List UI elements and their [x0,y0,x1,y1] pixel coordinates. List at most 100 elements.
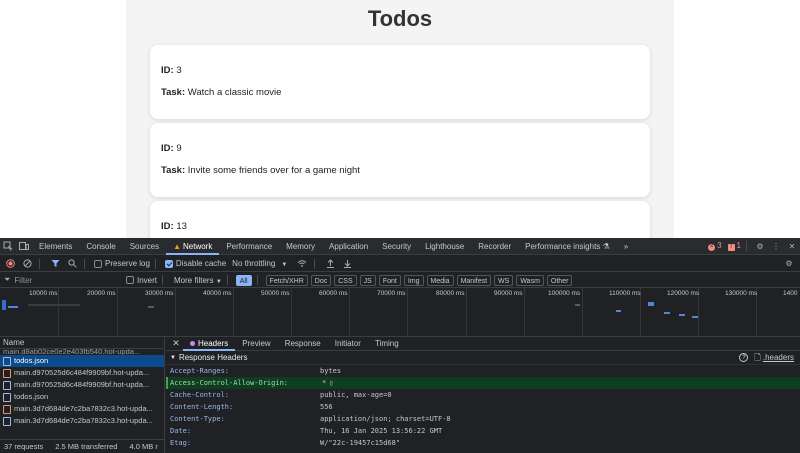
more-filters-dropdown[interactable]: More filters ▼ [174,276,222,285]
kebab-menu-icon[interactable]: ⋮ [768,238,784,254]
tab-application[interactable]: Application [322,238,375,255]
web-page: Todos ID: 3 Task: Watch a classic movie … [0,0,800,238]
filter-bar: ⏷ Filter Invert More filters ▼ All Fetch/… [0,273,800,288]
todo-id-label: ID: [161,221,174,232]
tab-recorder[interactable]: Recorder [471,238,518,255]
warning-count-badge[interactable]: ! 1 [727,241,741,251]
filter-input[interactable]: ⏷ Filter [4,274,122,286]
import-har-icon[interactable] [323,257,337,271]
copy-icon[interactable]: ▯ [329,377,333,389]
request-row[interactable]: todos.json [0,391,164,403]
filter-chip-all[interactable]: All [235,274,252,286]
request-row[interactable]: main.3d7d684de7c2ba7832c3.hot-upda... [0,415,164,427]
header-value: W/"22c-19457c15d68" [320,439,401,447]
timeline-tick: 120000 ms [667,290,700,297]
tab-performance[interactable]: Performance [219,238,279,255]
filter-chip-doc[interactable]: Doc [310,274,332,286]
request-list: Name main.d8ab02ce0e2e403fb540.hot-upda.… [0,337,165,453]
tab-sources[interactable]: Sources [123,238,166,255]
throttling-select[interactable]: No throttling ▼ [232,259,287,268]
export-har-icon[interactable] [340,257,354,271]
timeline-tick: 30000 ms [145,290,174,297]
close-icon[interactable]: ✕ [784,238,800,254]
filter-chip-js[interactable]: JS [359,274,376,286]
response-headers-section[interactable]: ▼ Response Headers ? 🗋 .headers [166,351,800,365]
detail-tab-headers-label: Headers [198,338,229,348]
filter-chip-fetch-xhr[interactable]: Fetch/XHR [265,274,308,286]
todo-card: ID: 13 [150,201,650,238]
device-toolbar-icon[interactable] [16,238,32,254]
record-icon[interactable] [3,257,17,271]
tab-memory[interactable]: Memory [279,238,322,255]
tab-elements[interactable]: Elements [32,238,79,255]
disable-cache-checkbox[interactable]: Disable cache [164,259,226,268]
todo-card: ID: 9 Task: Invite some friends over for… [150,123,650,197]
tab-security[interactable]: Security [375,238,418,255]
chevron-down-icon: ▼ [215,278,222,285]
tab-performance-insights[interactable]: Performance insights ⚗ [518,238,617,255]
file-json-icon [3,356,11,366]
timeline-tick: 130000 ms [725,290,758,297]
more-tabs-button[interactable]: » [617,238,635,255]
file-json-icon [3,416,11,426]
timeline-overview[interactable]: 10000 ms 20000 ms 30000 ms 40000 ms 5000… [0,288,800,337]
todo-id-label: ID: [161,143,174,154]
checkbox-unchecked [126,276,134,284]
name-column-header[interactable]: Name [0,337,164,349]
issue-icon: ! [727,244,735,251]
filter-chip-img[interactable]: Img [403,274,424,286]
tab-network-label: Network [183,241,213,251]
timeline-request-bar [148,306,154,308]
search-icon[interactable] [65,257,79,271]
request-name: main.d970525d6c484f9909bf.hot-upda... [14,368,150,377]
filter-chip-wasm[interactable]: Wasm [516,274,544,286]
network-toolbar: Preserve log Disable cache No throttling… [0,256,800,272]
timeline-request-bar [2,300,6,310]
file-icon: 🗋 [754,352,761,362]
filter-chip-media[interactable]: Media [426,274,454,286]
request-name: main.3d7d684de7c2ba7832c3.hot-upda... [14,416,153,425]
preserve-log-checkbox[interactable]: Preserve log [94,259,150,268]
network-settings-gear-icon[interactable]: ⚙ [782,257,796,271]
tab-console[interactable]: Console [79,238,122,255]
request-row[interactable]: todos.json [0,355,164,367]
filter-chip-ws[interactable]: WS [494,274,514,286]
filter-chip-manifest[interactable]: Manifest [456,274,492,286]
timeline-gridline [117,288,118,337]
filter-chip-other[interactable]: Other [546,274,573,286]
help-icon[interactable]: ? [739,353,749,362]
detail-tab-response[interactable]: Response [278,337,328,351]
inspect-element-icon[interactable] [0,238,16,254]
request-name: todos.json [14,392,49,401]
error-count-badge[interactable]: × 3 [708,241,722,251]
todo-id: 9 [176,143,182,154]
clear-icon[interactable] [20,257,34,271]
filter-icon[interactable] [48,257,62,271]
todo-task-label: Task: [161,165,186,176]
detail-tab-preview[interactable]: Preview [235,337,277,351]
request-row[interactable]: main.3d7d684de7c2ba7832c3.hot-upda... [0,403,164,415]
close-detail-button[interactable]: ✕ [169,338,183,349]
timeline-tick: 10000 ms [29,290,58,297]
network-conditions-icon[interactable] [295,257,309,271]
detail-tab-initiator[interactable]: Initiator [328,337,368,351]
response-header-row: Accept-Ranges: bytes [166,365,800,377]
detail-tab-headers[interactable]: Headers [183,337,236,351]
request-row[interactable]: main.d970525d6c484f9909bf.hot-upda... [0,379,164,391]
tab-lighthouse[interactable]: Lighthouse [418,238,471,255]
request-row[interactable]: main.d970525d6c484f9909bf.hot-upda... [0,367,164,379]
todo-task: Invite some friends over for a game nigh… [187,165,360,176]
header-value: bytes [320,367,342,375]
filter-chip-font[interactable]: Font [378,274,401,286]
invert-checkbox[interactable]: Invert [126,276,157,285]
filter-chip-css[interactable]: CSS [334,274,357,286]
tab-network[interactable]: ▲ Network [166,238,220,255]
timeline-tick: 70000 ms [377,290,406,297]
timeline-tick: 20000 ms [87,290,116,297]
detail-tabbar: ✕ Headers Preview Response Initiator Tim… [166,337,800,351]
headers-override-link[interactable]: .headers [763,351,794,365]
detail-tab-timing[interactable]: Timing [368,337,406,351]
header-key: Content-Length: [170,403,234,411]
request-name: main.3d7d684de7c2ba7832c3.hot-upda... [14,404,153,413]
gear-icon[interactable]: ⚙ [752,238,768,254]
